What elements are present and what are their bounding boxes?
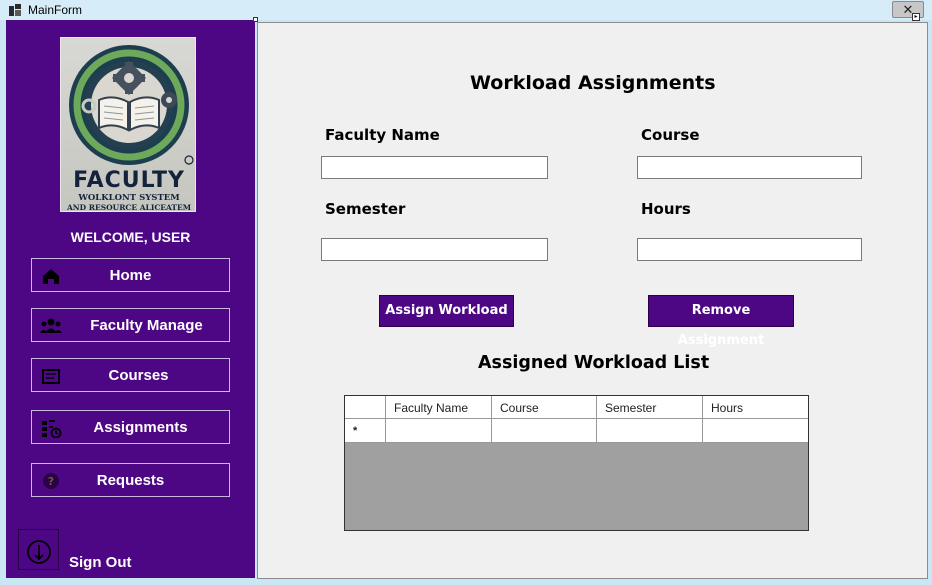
logo-title: FACULTY [73, 168, 185, 193]
grid-cell[interactable] [703, 419, 808, 442]
sidebar-item-requests[interactable]: ? Requests [31, 463, 230, 497]
grid-cell[interactable] [492, 419, 597, 442]
logo-subtitle-2: AND RESOURCE ALICEATEM [66, 203, 192, 212]
remove-assignment-button[interactable]: Remove Assignment [648, 295, 794, 348]
sidebar-item-assignments[interactable]: Assignments [31, 410, 230, 444]
scroll-arrow-icon[interactable]: ▸ [912, 13, 920, 21]
grid-header: Faculty Name Course Semester Hours [345, 396, 808, 419]
window-title: MainForm [28, 3, 83, 17]
sign-out-label[interactable]: Sign Out [69, 554, 132, 571]
faculty-name-label: Faculty Name [325, 126, 440, 144]
new-row-marker: * [345, 419, 386, 442]
resize-handle [253, 17, 258, 22]
sidebar-item-faculty-manage[interactable]: Faculty Manage [31, 308, 230, 342]
row-header-corner [345, 396, 386, 418]
faculty-name-input[interactable] [321, 156, 548, 179]
assign-workload-button[interactable]: Assign Workload [379, 295, 514, 327]
power-icon [27, 540, 51, 564]
workload-grid[interactable]: Faculty Name Course Semester Hours * [344, 395, 809, 531]
column-header-semester[interactable]: Semester [597, 396, 703, 418]
course-label: Course [641, 126, 700, 144]
semester-label: Semester [325, 200, 406, 218]
course-input[interactable] [637, 156, 862, 179]
column-header-course[interactable]: Course [492, 396, 597, 418]
sign-out-button[interactable] [18, 529, 59, 570]
sidebar-item-home[interactable]: Home [31, 258, 230, 292]
semester-input[interactable] [321, 238, 548, 261]
hours-label: Hours [641, 200, 691, 218]
grid-cell[interactable] [386, 419, 492, 442]
faculty-logo: FACULTY WOLKLONT SYSTEM AND RESOURCE ALI… [60, 37, 196, 212]
table-row[interactable]: * [345, 419, 808, 443]
sidebar-item-label: Assignments [93, 419, 188, 436]
sidebar-item-label: Requests [96, 472, 165, 489]
welcome-label: WELCOME, USER [70, 229, 191, 245]
title-bar: MainForm ✕ [0, 0, 932, 20]
app-icon [9, 4, 21, 16]
list-title: Assigned Workload List [478, 353, 710, 373]
column-header-faculty-name[interactable]: Faculty Name [386, 396, 492, 418]
sidebar-item-label: Faculty Manage [90, 317, 203, 334]
column-header-hours[interactable]: Hours [703, 396, 808, 418]
sidebar-item-label: Courses [108, 367, 169, 384]
hours-input[interactable] [637, 238, 862, 261]
grid-cell[interactable] [597, 419, 703, 442]
sidebar-item-label: Home [109, 267, 152, 284]
sidebar-item-courses[interactable]: Courses [31, 358, 230, 392]
page-title: Workload Assignments [470, 72, 716, 94]
logo-subtitle-1: WOLKLONT SYSTEM [78, 193, 180, 203]
